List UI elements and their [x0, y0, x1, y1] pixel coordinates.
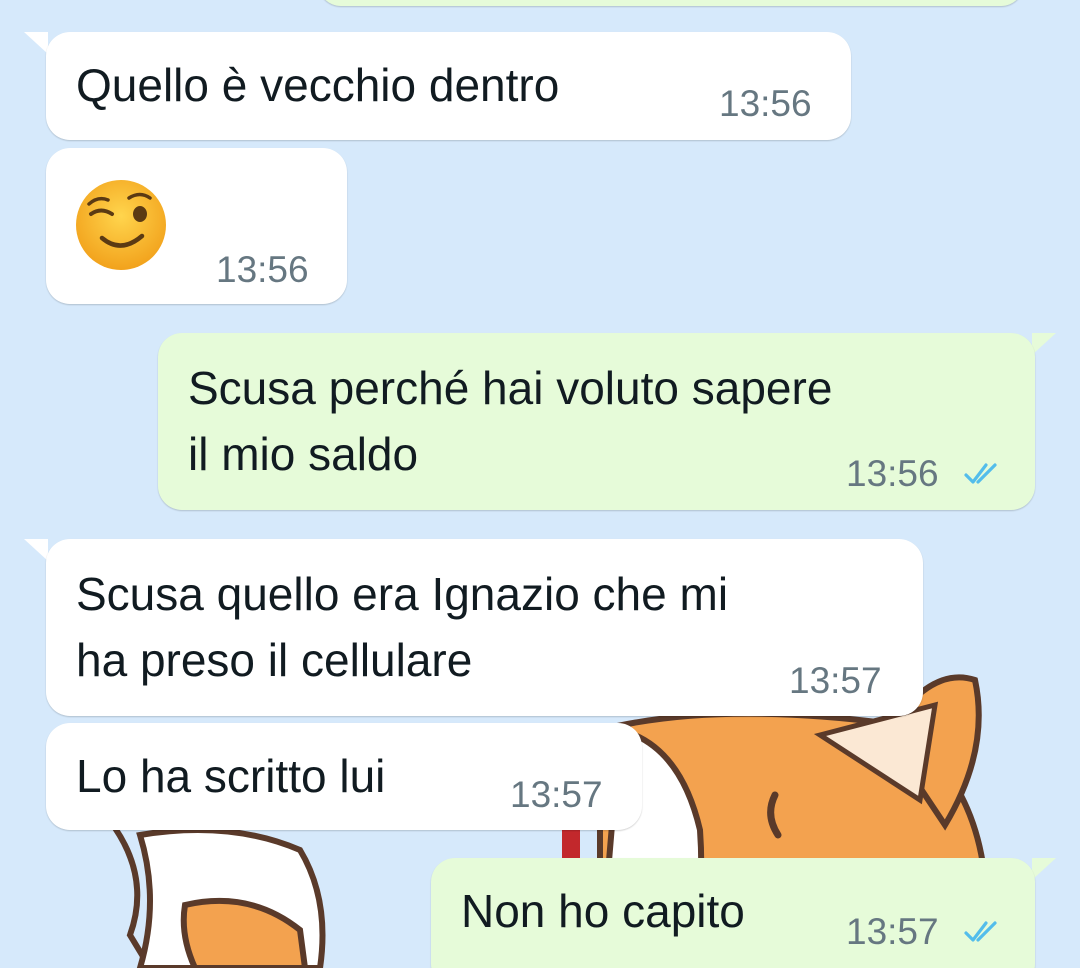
- message-text: Lo ha scritto lui: [76, 750, 386, 802]
- message-timestamp: 13:57: [846, 911, 939, 952]
- message-text: Scusa quello era Ignazio che mi ha preso…: [76, 568, 729, 686]
- outgoing-bubble-tail: [1032, 333, 1056, 355]
- winking-face-icon: [76, 180, 166, 270]
- message-bubble[interactable]: Scusa quello era Ignazio che mi ha preso…: [46, 539, 923, 716]
- incoming-bubble-tail: [24, 32, 48, 54]
- read-receipt-icon: [964, 921, 997, 942]
- message-text: Non ho capito: [461, 885, 745, 937]
- read-receipt-icon: [964, 463, 997, 484]
- message-bubble[interactable]: Non ho capito 13:57: [431, 858, 1035, 968]
- message-bubble[interactable]: Scusa perché hai voluto sapere il mio sa…: [158, 333, 1035, 510]
- message-text: Quello è vecchio dentro: [76, 59, 560, 111]
- message-bubble[interactable]: 13:56: [46, 148, 347, 304]
- outgoing-bubble-tail: [1032, 858, 1056, 880]
- message-bubble[interactable]: Quello è vecchio dentro 13:56: [46, 32, 851, 140]
- message-timestamp: 13:56: [846, 453, 939, 494]
- previous-message-bubble-edge: [318, 0, 1024, 6]
- message-timestamp: 13:56: [216, 249, 309, 290]
- message-timestamp: 13:56: [719, 83, 812, 124]
- message-timestamp: 13:57: [510, 774, 603, 815]
- message-bubble[interactable]: Lo ha scritto lui 13:57: [46, 723, 642, 830]
- message-timestamp: 13:57: [789, 660, 882, 701]
- message-text: Scusa perché hai voluto sapere il mio sa…: [188, 362, 833, 480]
- incoming-bubble-tail: [24, 539, 48, 561]
